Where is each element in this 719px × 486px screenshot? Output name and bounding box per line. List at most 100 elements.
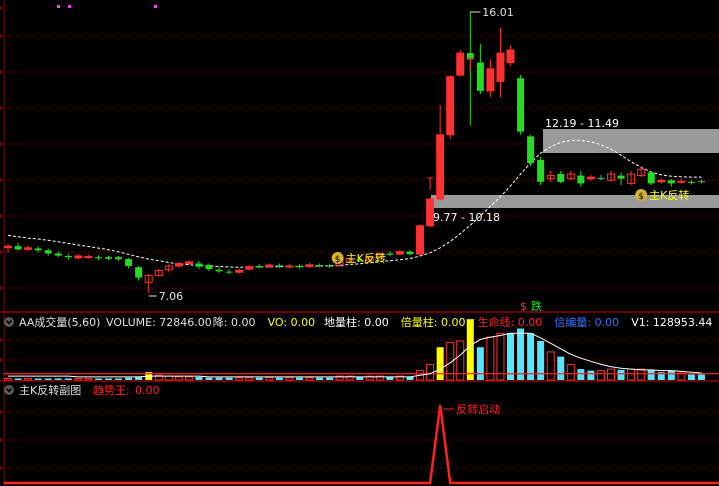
volume-bar — [64, 378, 72, 380]
candle[interactable] — [14, 243, 22, 251]
candle[interactable] — [436, 104, 445, 201]
candle[interactable] — [627, 170, 636, 185]
candle[interactable] — [195, 260, 203, 270]
candle[interactable] — [677, 178, 686, 184]
candle-body — [436, 134, 445, 200]
volume-bar — [697, 374, 705, 380]
volume-bar — [4, 377, 12, 381]
candle[interactable] — [64, 254, 72, 260]
candle-body — [386, 253, 394, 255]
candle-body — [245, 266, 254, 270]
candle[interactable] — [517, 75, 525, 135]
candle[interactable] — [557, 170, 565, 184]
candle-body — [316, 265, 324, 267]
candle[interactable] — [4, 244, 12, 253]
volume-bar — [195, 376, 203, 380]
candle[interactable] — [446, 75, 455, 140]
volume-bar — [546, 351, 555, 381]
volume-field: 生命线: 0.00 — [478, 315, 543, 329]
candle[interactable] — [326, 264, 334, 268]
candle-body — [34, 248, 42, 251]
volume-bar — [174, 376, 183, 381]
stock-chart[interactable]: 16.017.0612.19 - 11.499.77 - 10.18$ 主K反转$… — [0, 0, 719, 486]
candle[interactable] — [597, 174, 605, 181]
candle[interactable] — [496, 28, 505, 98]
candle[interactable] — [245, 265, 254, 271]
candle[interactable] — [527, 134, 535, 167]
volume-bar — [617, 369, 625, 380]
candle-body — [557, 174, 565, 182]
candle[interactable] — [144, 274, 153, 293]
candle[interactable] — [225, 269, 233, 275]
volume-bar — [476, 347, 484, 380]
candle-body — [174, 262, 183, 267]
candle[interactable] — [697, 179, 705, 184]
header-dots — [57, 5, 157, 8]
axis-tick — [0, 410, 3, 414]
candle[interactable] — [476, 43, 484, 94]
candle[interactable] — [486, 59, 495, 98]
volume-bar — [305, 377, 314, 381]
candle[interactable] — [657, 178, 666, 184]
candle[interactable] — [205, 263, 213, 272]
collapse-icon[interactable] — [4, 317, 14, 327]
candle[interactable] — [617, 172, 625, 185]
candle[interactable] — [506, 45, 515, 66]
volume-bar — [627, 368, 636, 381]
candle[interactable] — [647, 170, 655, 185]
candle[interactable] — [607, 170, 615, 182]
candle[interactable] — [74, 254, 83, 260]
candle-body — [295, 265, 303, 268]
candle[interactable] — [537, 156, 545, 185]
axis-tick — [0, 214, 3, 218]
t-marker — [467, 57, 474, 70]
candle[interactable] — [577, 170, 585, 187]
candle[interactable] — [174, 261, 183, 268]
candle-body — [24, 247, 33, 250]
indicator-name: 趋势王: — [93, 384, 130, 397]
axis-tick — [0, 438, 3, 442]
candle[interactable] — [295, 264, 303, 269]
candle-body — [597, 178, 605, 180]
candle[interactable] — [24, 245, 33, 251]
candle[interactable] — [637, 166, 646, 178]
volume-bar — [74, 377, 83, 381]
candle[interactable] — [94, 255, 102, 261]
volume-bar — [105, 378, 112, 380]
volume-bar — [265, 377, 274, 381]
candle-body — [456, 52, 465, 76]
volume-bar — [125, 377, 133, 380]
candle[interactable] — [275, 263, 283, 269]
candle[interactable] — [235, 268, 244, 274]
candle[interactable] — [164, 264, 173, 273]
candle[interactable] — [456, 49, 465, 77]
candle[interactable] — [285, 264, 294, 268]
volume-bar — [235, 377, 244, 381]
candle[interactable] — [105, 255, 112, 261]
candle[interactable] — [135, 265, 143, 281]
volume-bar — [94, 378, 102, 380]
zone-upper-label: 12.19 - 11.49 — [545, 117, 619, 130]
candle[interactable] — [115, 255, 123, 261]
collapse-icon[interactable] — [4, 385, 14, 395]
candle[interactable] — [406, 250, 414, 256]
candle[interactable] — [566, 170, 575, 181]
candle[interactable] — [84, 254, 93, 259]
candle-body — [14, 246, 22, 250]
candle-body — [406, 251, 414, 255]
candle[interactable] — [255, 264, 263, 269]
candle[interactable] — [305, 262, 314, 268]
candle[interactable] — [395, 250, 404, 256]
volume-bar — [507, 333, 514, 380]
candle[interactable] — [687, 179, 695, 185]
axis-tick — [0, 286, 3, 290]
candle[interactable] — [416, 224, 425, 256]
candle[interactable] — [125, 257, 133, 269]
candle[interactable] — [316, 263, 324, 268]
candle-body — [115, 257, 123, 260]
volume-bar — [225, 377, 233, 380]
candle[interactable] — [154, 269, 163, 277]
volume-bar — [517, 328, 525, 380]
candle[interactable] — [215, 267, 223, 273]
candle[interactable] — [44, 248, 52, 256]
